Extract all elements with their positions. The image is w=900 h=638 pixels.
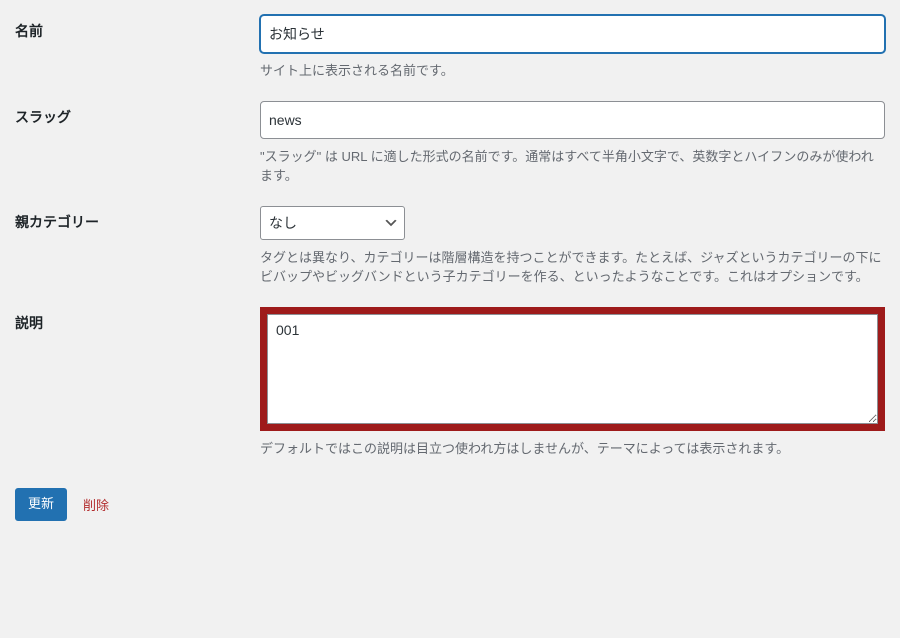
description-highlight-box (260, 307, 885, 431)
description-help: デフォルトではこの説明は目立つ使われ方はしませんが、テーマによっては表示されます… (260, 439, 885, 459)
name-field-wrapper: サイト上に表示される名前です。 (260, 15, 885, 81)
form-actions: 更新 削除 (15, 488, 885, 521)
name-label: 名前 (15, 15, 260, 81)
description-row: 説明 デフォルトではこの説明は目立つ使われ方はしませんが、テーマによっては表示さ… (15, 307, 885, 459)
name-help: サイト上に表示される名前です。 (260, 61, 885, 81)
parent-help: タグとは異なり、カテゴリーは階層構造を持つことができます。たとえば、ジャズという… (260, 248, 885, 287)
parent-label: 親カテゴリー (15, 206, 260, 287)
category-edit-form: 名前 サイト上に表示される名前です。 スラッグ "スラッグ" は URL に適し… (15, 15, 885, 458)
update-button[interactable]: 更新 (15, 488, 67, 521)
parent-row: 親カテゴリー なし タグとは異なり、カテゴリーは階層構造を持つことができます。た… (15, 206, 885, 287)
parent-select[interactable]: なし (260, 206, 405, 240)
slug-field-wrapper: "スラッグ" は URL に適した形式の名前です。通常はすべて半角小文字で、英数… (260, 101, 885, 186)
slug-row: スラッグ "スラッグ" は URL に適した形式の名前です。通常はすべて半角小文… (15, 101, 885, 186)
slug-label: スラッグ (15, 101, 260, 186)
name-row: 名前 サイト上に表示される名前です。 (15, 15, 885, 81)
name-input[interactable] (260, 15, 885, 53)
parent-field-wrapper: なし タグとは異なり、カテゴリーは階層構造を持つことができます。たとえば、ジャズ… (260, 206, 885, 287)
delete-link[interactable]: 削除 (83, 495, 109, 514)
description-textarea[interactable] (267, 314, 878, 424)
description-label: 説明 (15, 307, 260, 459)
slug-help: "スラッグ" は URL に適した形式の名前です。通常はすべて半角小文字で、英数… (260, 147, 885, 186)
slug-input[interactable] (260, 101, 885, 139)
description-field-wrapper: デフォルトではこの説明は目立つ使われ方はしませんが、テーマによっては表示されます… (260, 307, 885, 459)
